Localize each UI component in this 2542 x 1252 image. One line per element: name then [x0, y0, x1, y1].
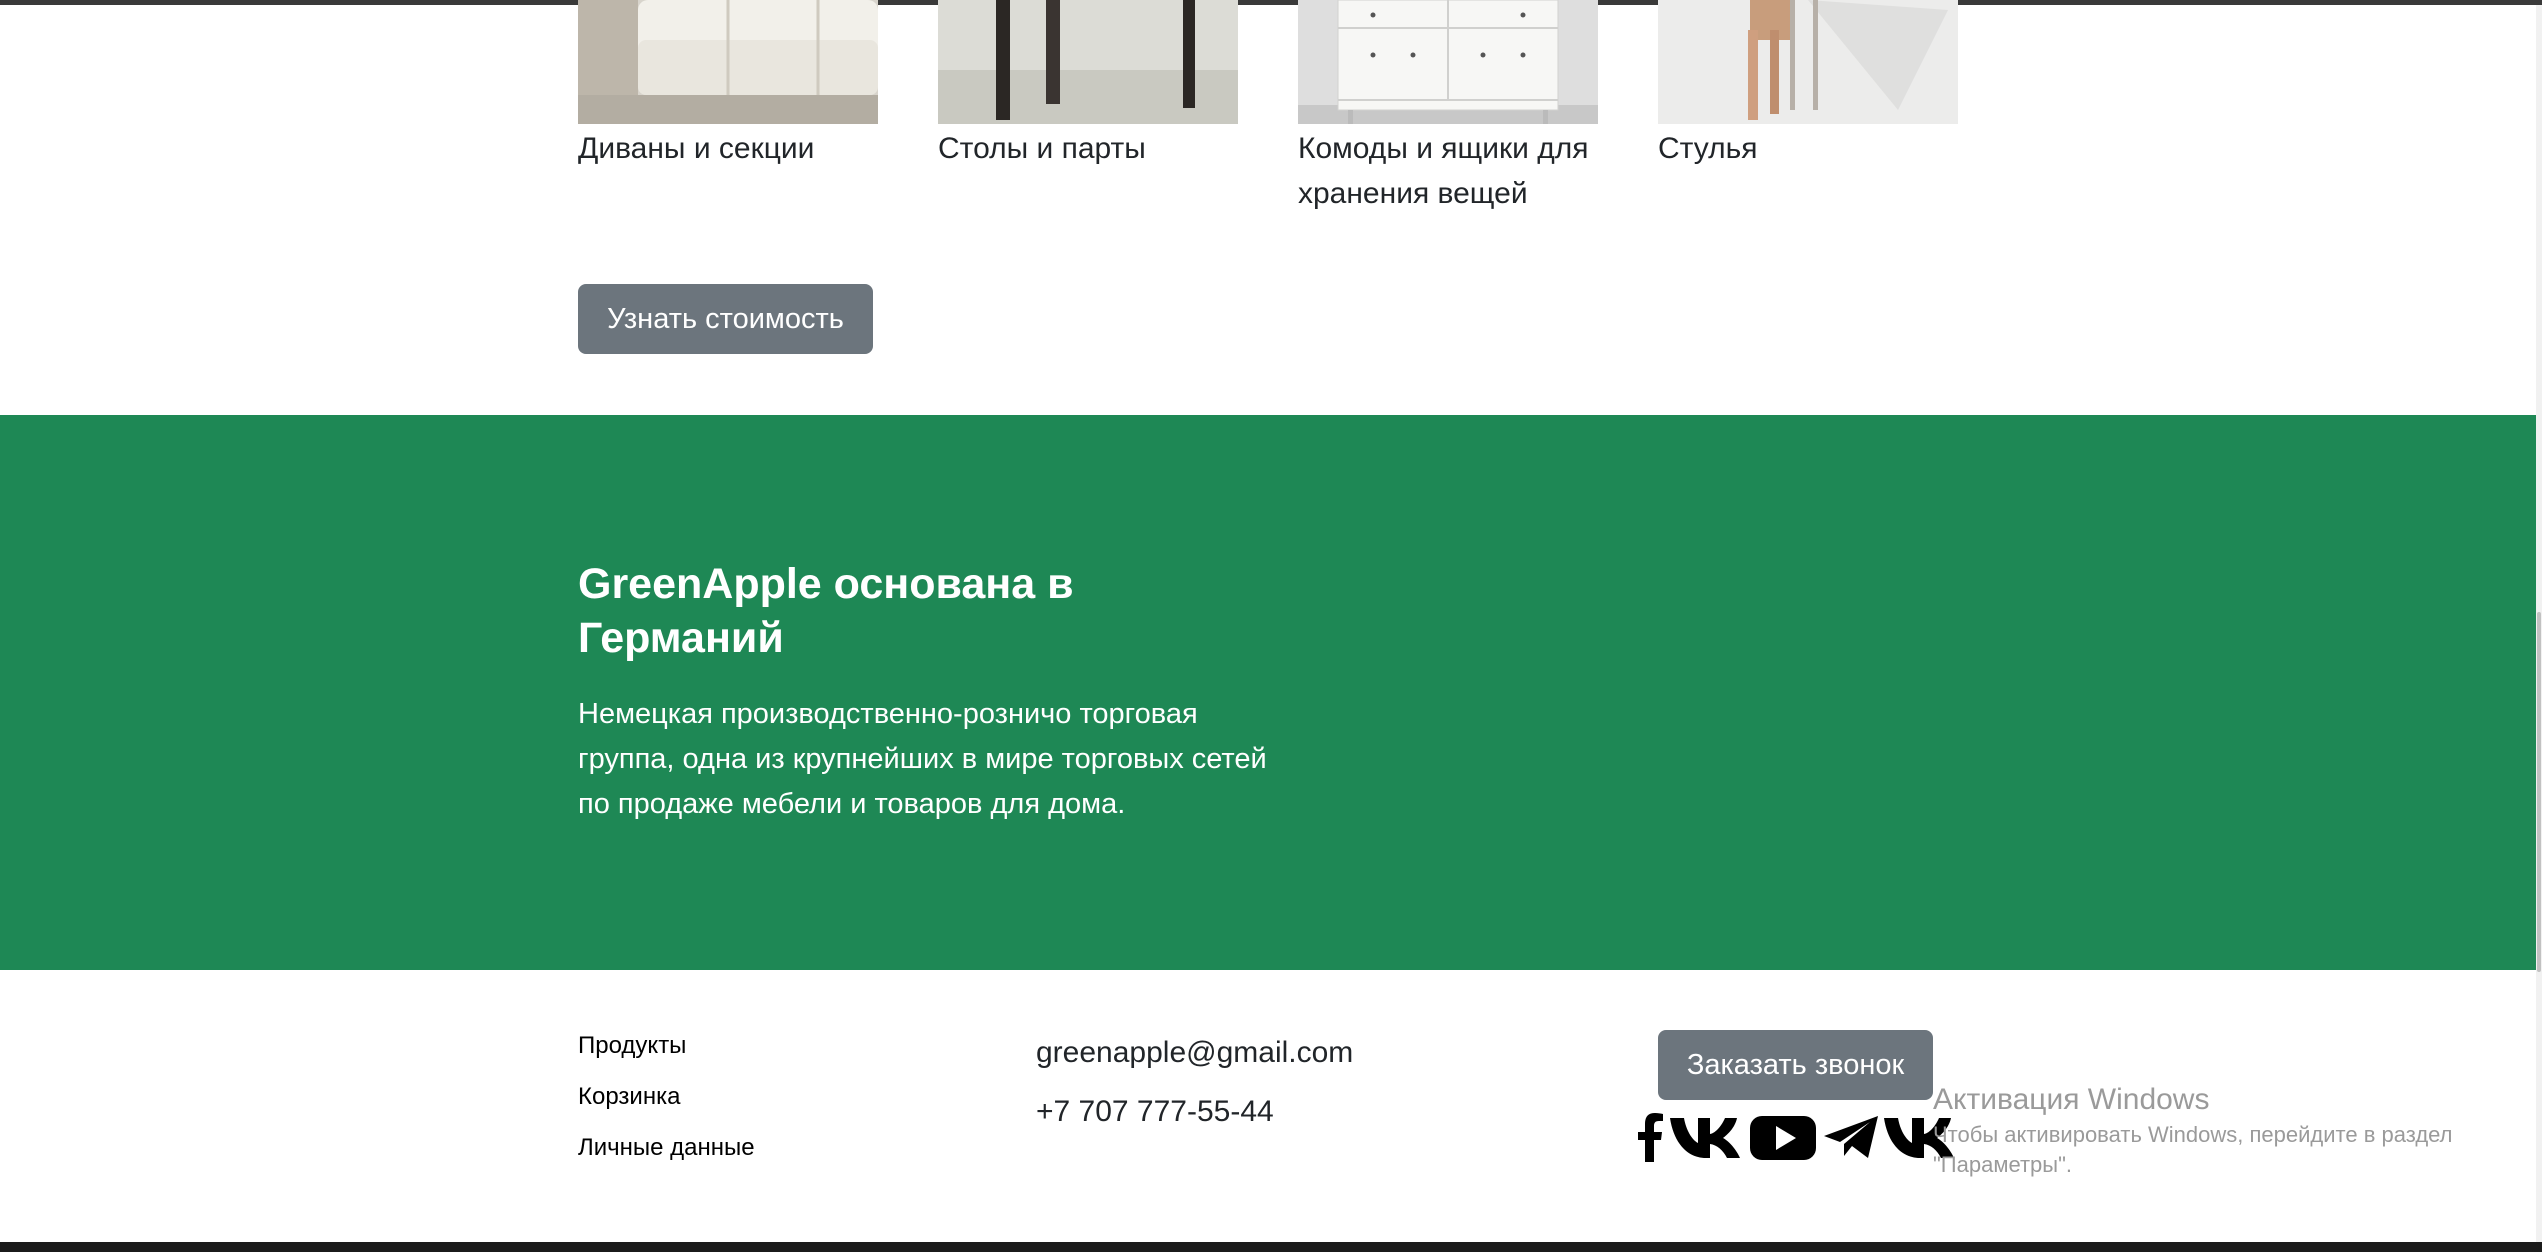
- drawer-chest-image: [1298, 0, 1598, 124]
- about-section: GreenApple основана в Германий Немецкая …: [0, 415, 2536, 970]
- chair-image: [1658, 0, 1958, 124]
- scrollbar-thumb[interactable]: [2537, 612, 2541, 972]
- get-price-button[interactable]: Узнать стоимость: [578, 284, 873, 354]
- browser-top-edge: [0, 0, 2542, 5]
- telegram-icon[interactable]: [1822, 1112, 1880, 1162]
- product-caption[interactable]: Стулья: [1658, 126, 1978, 171]
- footer-link-cart[interactable]: Корзинка: [578, 1083, 680, 1111]
- windows-activation-line1: Чтобы активировать Windows, перейдите в …: [1933, 1122, 2453, 1147]
- about-text: Немецкая производственно-розничо торгова…: [578, 698, 1267, 820]
- product-caption[interactable]: Диваны и секции: [578, 126, 898, 171]
- table-image: [938, 0, 1238, 124]
- footer-link-personal-data[interactable]: Личные данные: [578, 1134, 755, 1162]
- windows-activation-title: Активация Windows: [1933, 1083, 2210, 1116]
- contact-email[interactable]: greenapple@gmail.com: [1036, 1036, 1353, 1070]
- product-caption[interactable]: Комоды и ящики для хранения вещей: [1298, 126, 1618, 216]
- contact-phone[interactable]: +7 707 777-55-44: [1036, 1095, 1274, 1129]
- order-call-button[interactable]: Заказать звонок: [1658, 1030, 1933, 1100]
- vk-icon[interactable]: [1668, 1112, 1744, 1162]
- taskbar-edge: [0, 1242, 2542, 1252]
- youtube-icon[interactable]: [1748, 1112, 1818, 1162]
- product-caption[interactable]: Столы и парты: [938, 126, 1258, 171]
- windows-activation-line2: "Параметры".: [1933, 1152, 2073, 1177]
- sofa-image: [578, 0, 878, 124]
- facebook-icon[interactable]: [1636, 1112, 1664, 1162]
- about-title: GreenApple основана в Германий: [578, 560, 1074, 662]
- footer-link-products[interactable]: Продукты: [578, 1032, 686, 1060]
